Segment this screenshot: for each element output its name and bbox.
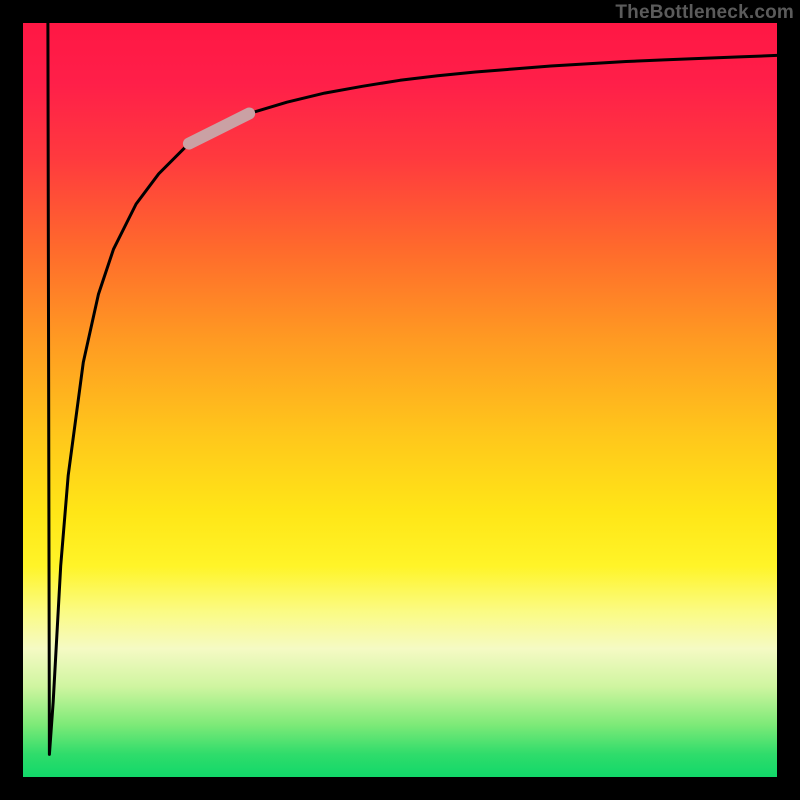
chart-container: TheBottleneck.com <box>0 0 800 800</box>
plot-area <box>23 23 777 777</box>
gradient-background <box>23 23 777 777</box>
attribution-text: TheBottleneck.com <box>615 2 794 24</box>
